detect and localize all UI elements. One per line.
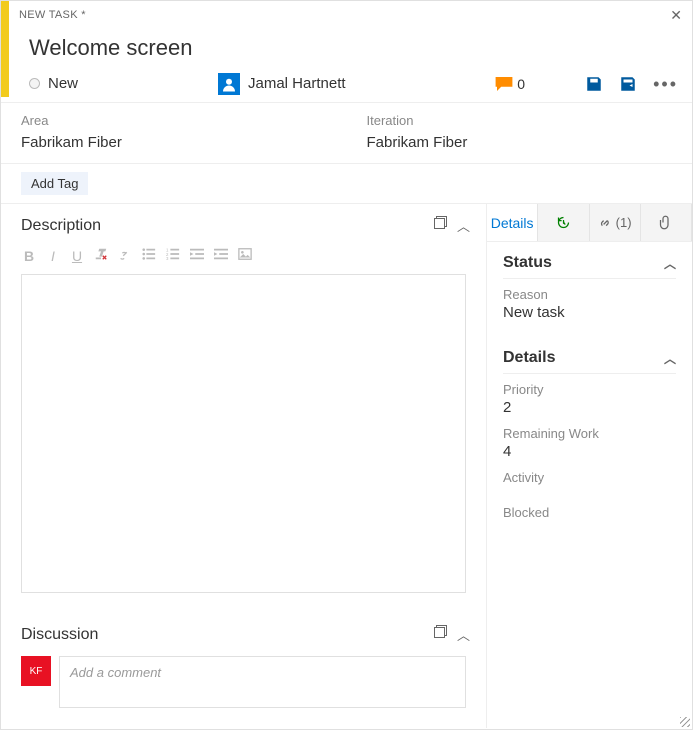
bold-icon[interactable]: B (21, 248, 37, 264)
add-tag-button[interactable]: Add Tag (21, 172, 88, 195)
resize-grip-icon[interactable] (676, 713, 692, 729)
links-count: (1) (616, 215, 632, 230)
status-section: Status ︿ Reason New task (487, 242, 692, 337)
description-editor[interactable] (21, 274, 466, 593)
discussion-title: Discussion (21, 626, 434, 644)
comment-count[interactable]: 0 (495, 76, 525, 92)
info-row: New Jamal Hartnett 0 ••• (1, 71, 692, 103)
avatar-icon (218, 73, 240, 95)
svg-text:3: 3 (166, 256, 169, 261)
bullet-list-icon[interactable] (141, 247, 157, 264)
remaining-work-value: 4 (503, 443, 676, 460)
header-strip: NEW TASK * ✕ (1, 1, 692, 29)
description-title: Description (21, 217, 434, 235)
priority-label: Priority (503, 382, 676, 397)
state-value[interactable]: New (48, 75, 218, 92)
user-avatar: KF (21, 656, 51, 686)
title-row: Welcome screen (1, 29, 692, 71)
reason-label: Reason (503, 287, 676, 302)
description-header: Description ︿ (1, 204, 486, 241)
side-tabs: Details (1) (487, 204, 692, 242)
work-item-type-label: NEW TASK * (19, 9, 86, 21)
attachment-icon (658, 215, 673, 230)
italic-icon[interactable]: I (45, 248, 61, 264)
outdent-icon[interactable] (189, 247, 205, 264)
more-actions-icon[interactable]: ••• (653, 79, 678, 89)
refresh-icon[interactable] (619, 75, 637, 93)
link-icon (598, 215, 613, 230)
reason-value: New task (503, 304, 676, 321)
remaining-work-field[interactable]: Remaining Work 4 (503, 426, 676, 460)
header-actions: ••• (585, 75, 678, 93)
area-field[interactable]: Area Fabrikam Fiber (1, 103, 347, 163)
tags-row: Add Tag (1, 164, 692, 204)
blocked-label: Blocked (503, 505, 676, 520)
priority-value: 2 (503, 399, 676, 416)
activity-label: Activity (503, 470, 676, 485)
chevron-up-icon[interactable]: ︿ (664, 350, 676, 367)
blocked-field[interactable]: Blocked (503, 505, 676, 520)
comment-input[interactable]: Add a comment (59, 656, 466, 708)
remaining-work-label: Remaining Work (503, 426, 676, 441)
iteration-field[interactable]: Iteration Fabrikam Fiber (347, 103, 693, 163)
rich-text-toolbar: B I U 123 (1, 241, 486, 270)
underline-icon[interactable]: U (69, 248, 85, 264)
close-icon[interactable]: ✕ (670, 7, 682, 24)
assignee-picker[interactable]: Jamal Hartnett (218, 73, 495, 95)
save-icon[interactable] (585, 75, 603, 93)
discussion-body: KF Add a comment (1, 650, 486, 728)
maximize-icon[interactable] (434, 216, 447, 229)
status-heading: Status ︿ (503, 254, 676, 279)
maximize-icon[interactable] (434, 625, 447, 638)
details-section: Details ︿ Priority 2 Remaining Work 4 Ac… (487, 337, 692, 536)
tab-attachments[interactable] (641, 204, 692, 241)
priority-field[interactable]: Priority 2 (503, 382, 676, 416)
area-value: Fabrikam Fiber (21, 134, 327, 151)
image-icon[interactable] (237, 247, 253, 264)
clear-format-icon[interactable] (93, 247, 109, 264)
tab-details[interactable]: Details (487, 204, 538, 241)
speech-bubble-icon (495, 77, 513, 91)
number-list-icon[interactable]: 123 (165, 247, 181, 264)
history-icon (556, 215, 571, 230)
area-label: Area (21, 113, 327, 128)
tab-links[interactable]: (1) (590, 204, 641, 241)
reason-field[interactable]: Reason New task (503, 287, 676, 321)
tab-history[interactable] (538, 204, 589, 241)
iteration-label: Iteration (367, 113, 673, 128)
assignee-name: Jamal Hartnett (248, 75, 346, 92)
chevron-up-icon[interactable]: ︿ (457, 216, 470, 235)
classification-row: Area Fabrikam Fiber Iteration Fabrikam F… (1, 103, 692, 164)
state-indicator-dot (29, 78, 40, 89)
content-area: Description ︿ B I U 123 Discussion (1, 204, 692, 728)
comment-number: 0 (517, 76, 525, 92)
right-pane: Details (1) Status ︿ Reason New task (487, 204, 692, 728)
details-heading: Details ︿ (503, 349, 676, 374)
indent-icon[interactable] (213, 247, 229, 264)
left-pane: Description ︿ B I U 123 Discussion (1, 204, 487, 728)
link-icon[interactable] (117, 247, 133, 264)
chevron-up-icon[interactable]: ︿ (457, 625, 470, 644)
iteration-value: Fabrikam Fiber (367, 134, 673, 151)
chevron-up-icon[interactable]: ︿ (664, 255, 676, 272)
work-item-title[interactable]: Welcome screen (29, 35, 674, 61)
discussion-header: Discussion ︿ (1, 613, 486, 650)
activity-field[interactable]: Activity (503, 470, 676, 485)
